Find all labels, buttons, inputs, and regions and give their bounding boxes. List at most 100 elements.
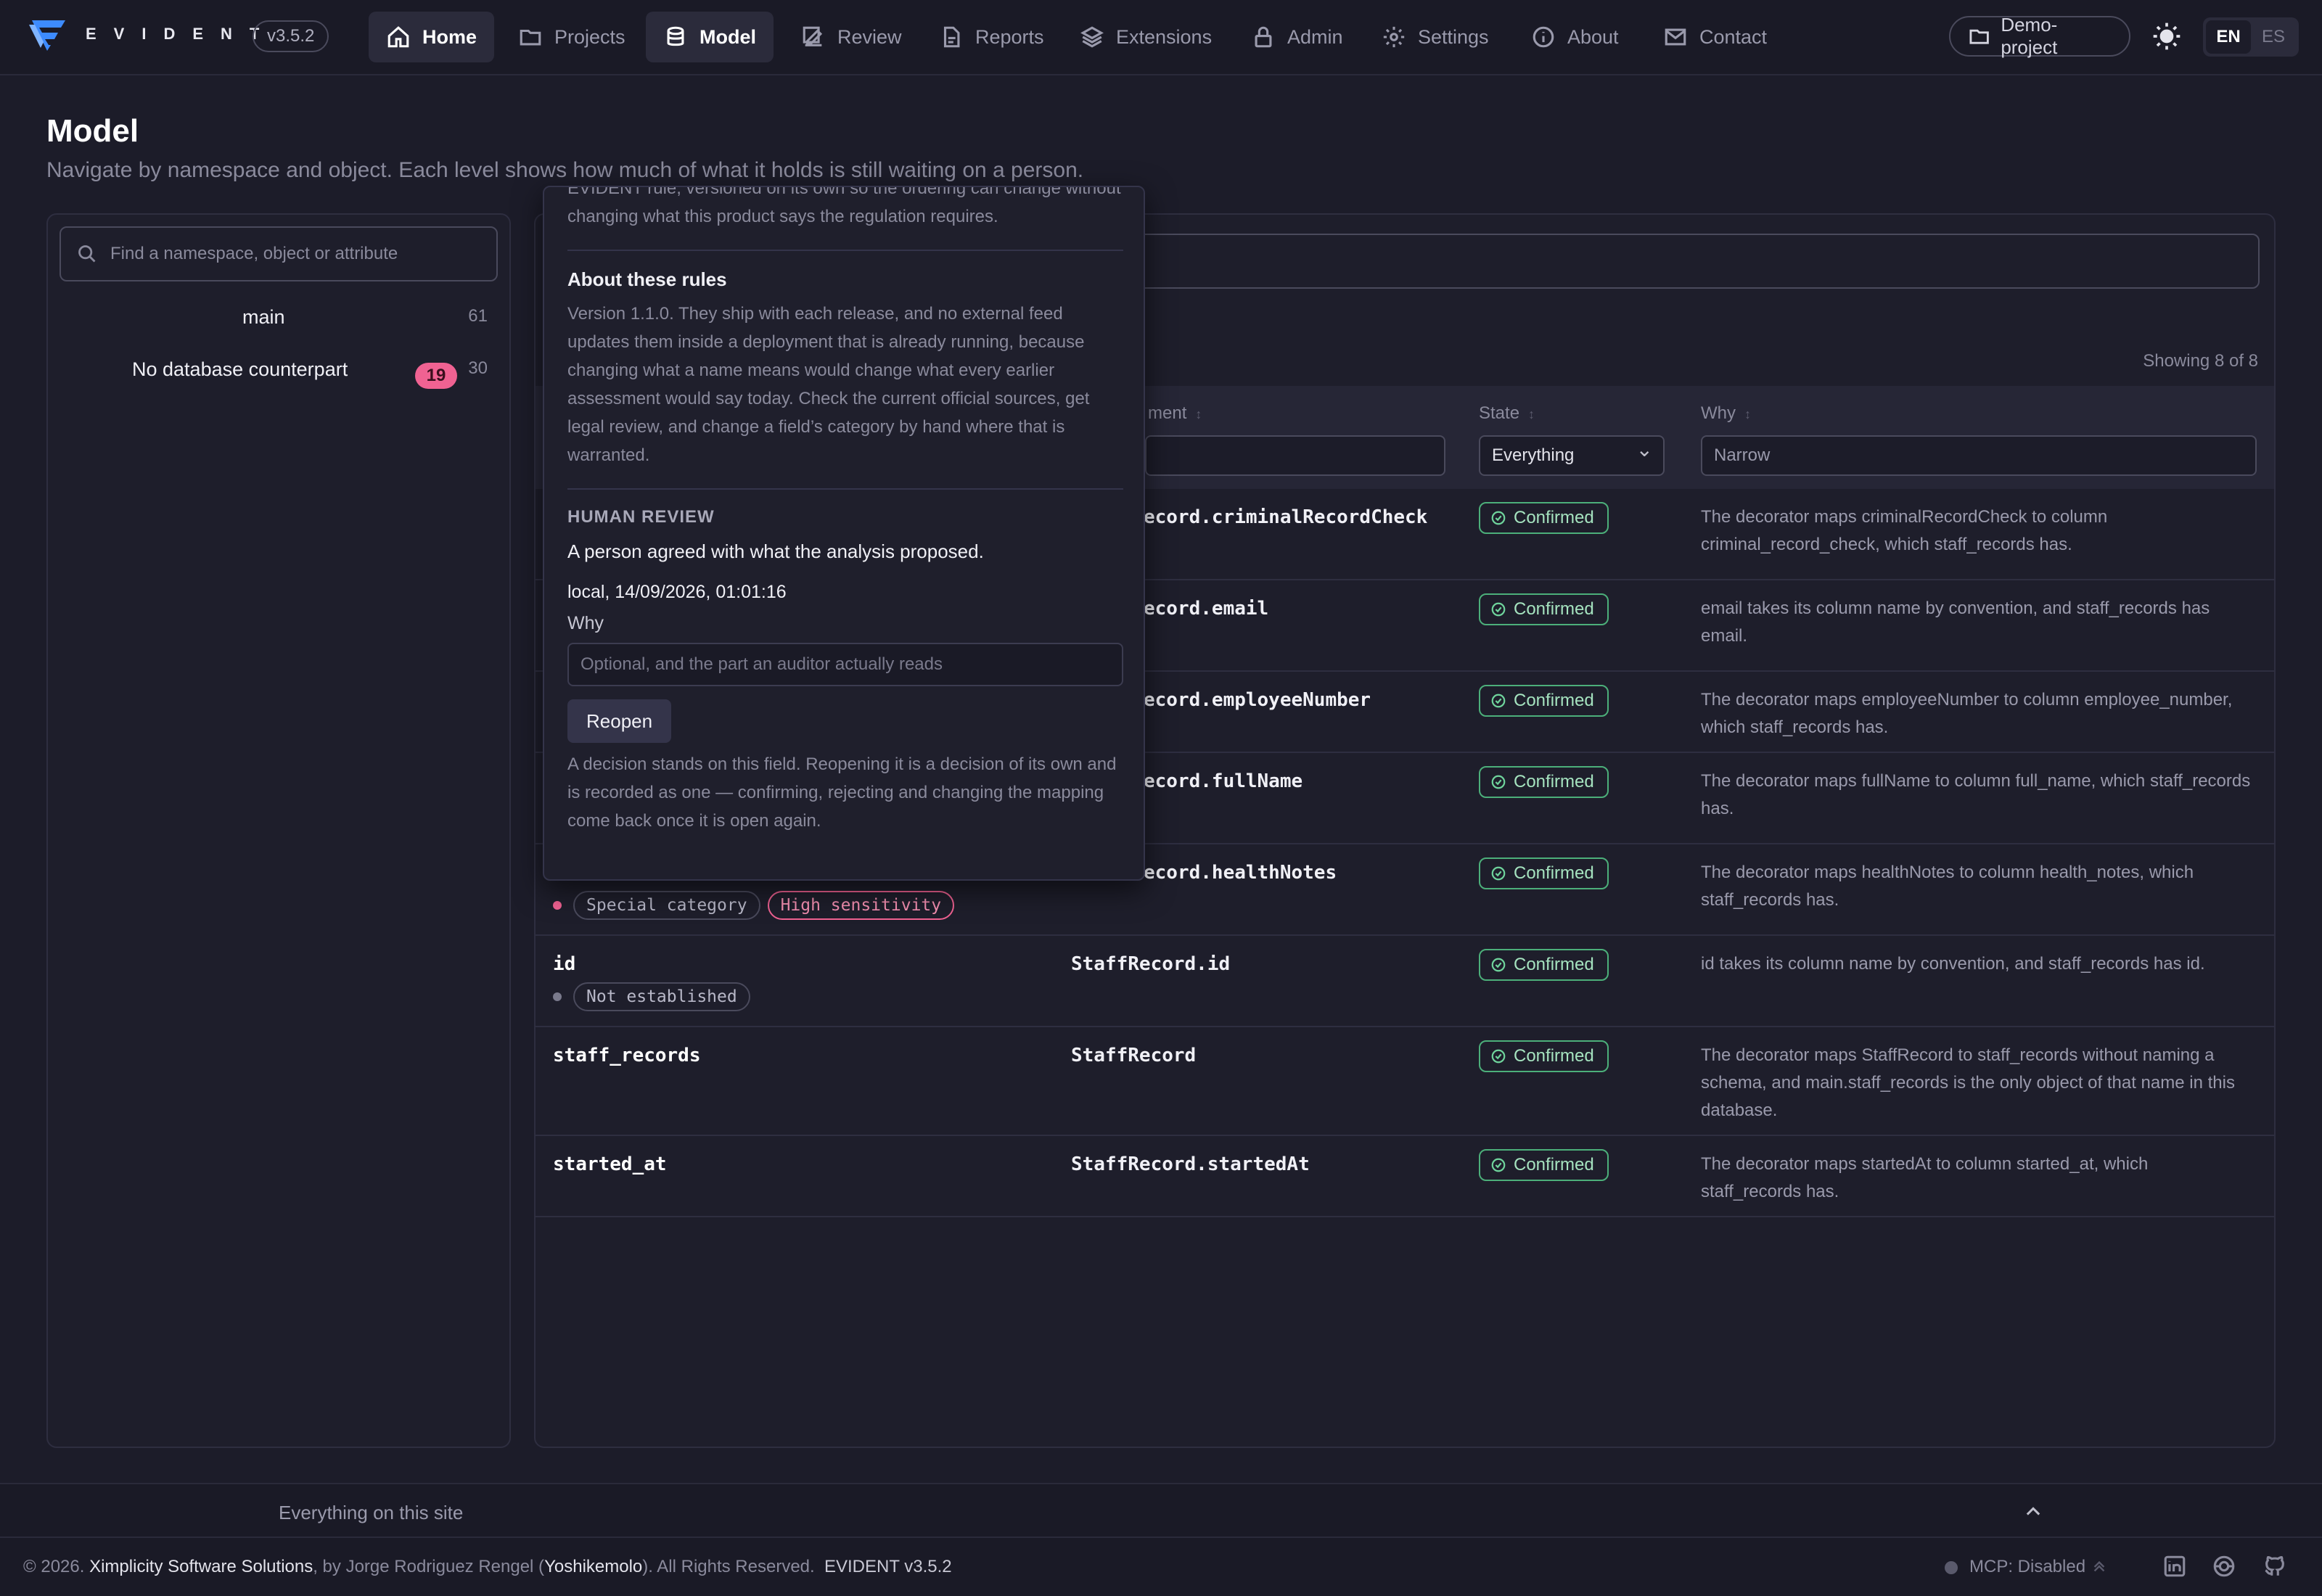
rights-text: ). All Rights Reserved. <box>642 1557 815 1576</box>
status-label: Confirmed <box>1514 772 1594 791</box>
sitemap-label: Everything on this site <box>279 1502 464 1523</box>
column-header-element[interactable]: ment ↕ <box>1148 403 1202 424</box>
nav-extensions-label: Extensions <box>1116 25 1213 48</box>
status-label: Confirmed <box>1514 955 1594 974</box>
category-tag: Special category <box>573 891 760 920</box>
nav-settings-label: Settings <box>1418 25 1489 48</box>
namespace-search-input[interactable]: Find a namespace, object or attribute <box>60 226 498 281</box>
nav-home[interactable]: Home <box>369 12 495 62</box>
check-circle-icon <box>1491 1049 1506 1064</box>
row-why: The decorator maps healthNotes to column… <box>1701 863 2194 910</box>
nav-model[interactable]: Model <box>646 12 774 62</box>
brand-name: EVIDENT <box>86 25 277 43</box>
nav-model-label: Model <box>700 25 756 48</box>
nav-extensions[interactable]: Extensions <box>1062 12 1229 62</box>
sensitivity-dot <box>553 992 562 1001</box>
folder-icon <box>1969 29 1989 44</box>
nav-projects-label: Projects <box>554 25 625 48</box>
evident-logo-icon[interactable] <box>28 17 70 54</box>
lock-icon <box>1255 26 1272 48</box>
status-label: Confirmed <box>1514 508 1594 527</box>
sun-icon[interactable] <box>2152 22 2181 51</box>
rule-note: EVIDENT rule, versioned on its own so th… <box>567 186 1121 226</box>
state-filter-select[interactable]: Everything <box>1479 431 1665 476</box>
review-summary: A person agreed with what the analysis p… <box>567 540 984 562</box>
rules-heading: About these rules <box>567 268 727 290</box>
column-header-label: State <box>1479 403 1520 423</box>
linkedin-icon[interactable] <box>2162 1554 2187 1579</box>
status-badge: Confirmed <box>1479 502 1609 534</box>
page-subtitle: Navigate by namespace and object. Each l… <box>46 158 1084 182</box>
gear-icon <box>1383 26 1405 48</box>
sensitivity-dot <box>553 901 562 910</box>
footer: © 2026. Ximplicity Software Solutions, b… <box>0 1538 2322 1596</box>
nav-contact[interactable]: Contact <box>1646 12 1784 62</box>
status-label: Confirmed <box>1514 691 1594 710</box>
edit-icon <box>803 26 823 46</box>
nav-reports[interactable]: Reports <box>922 12 1062 62</box>
row-why: email takes its column name by conventio… <box>1701 598 2210 646</box>
divider <box>567 250 1123 251</box>
row-why: The decorator maps StaffRecord to staff_… <box>1701 1045 2235 1120</box>
why-input[interactable]: Optional, and the part an auditor actual… <box>567 643 1123 686</box>
footer-sitemap-bar[interactable]: Everything on this site <box>0 1483 2322 1538</box>
rules-text: Version 1.1.0. They ship with each relea… <box>567 304 1090 465</box>
why-filter-input[interactable]: Narrow <box>1701 435 2257 476</box>
author-text: , by Jorge Rodriguez Rengel ( <box>313 1557 545 1576</box>
mcp-status[interactable]: MCP: Disabled <box>1969 1557 2085 1577</box>
tree-item-label: main <box>242 306 285 328</box>
reopen-button[interactable]: Reopen <box>567 699 672 743</box>
namespace-panel: Find a namespace, object or attribute ma… <box>46 213 511 1448</box>
search-icon <box>78 245 96 263</box>
folder-icon <box>520 29 541 46</box>
why-label: Why <box>567 613 604 633</box>
chevron-up-icon[interactable] <box>2091 1558 2107 1574</box>
github-icon[interactable] <box>2262 1554 2287 1579</box>
status-badge: Confirmed <box>1479 593 1609 625</box>
element-filter-input[interactable] <box>1145 435 1445 476</box>
showing-count: Showing 8 of 8 <box>2143 351 2258 371</box>
check-circle-icon <box>1491 602 1506 617</box>
mcp-status-dot <box>1945 1561 1958 1574</box>
review-meta: local, 14/09/2026, 01:01:16 <box>567 582 787 602</box>
home-icon <box>387 26 409 48</box>
check-circle-icon <box>1491 511 1506 525</box>
language-switcher: EN ES <box>2203 17 2299 57</box>
row-element: ecord.criminalRecordCheck <box>1144 506 1428 528</box>
column-header-state[interactable]: State ↕ <box>1479 403 1535 424</box>
chevron-up-icon[interactable] <box>2023 1502 2043 1522</box>
row-element: ecord.employeeNumber <box>1144 689 1371 711</box>
table-row[interactable]: id StaffRecord.id Not established Confir… <box>536 936 2274 1027</box>
globe-icon[interactable] <box>2212 1554 2236 1579</box>
table-row[interactable]: staff_records StaffRecord Confirmed The … <box>536 1027 2274 1136</box>
lang-en-button[interactable]: EN <box>2206 20 2251 54</box>
tree-item-no-db-counterpart[interactable]: No database counterpart 19 30 <box>48 358 509 402</box>
sort-icon: ↕ <box>1195 407 1202 421</box>
status-label: Confirmed <box>1514 1155 1594 1175</box>
nav-about-label: About <box>1567 25 1619 48</box>
column-header-why[interactable]: Why ↕ <box>1701 403 1751 424</box>
tree-item-main[interactable]: main 61 <box>48 306 509 350</box>
project-selector-button[interactable]: Demo-project <box>1949 14 2130 58</box>
nav-review[interactable]: Review <box>784 12 919 62</box>
nav-home-label: Home <box>422 25 477 48</box>
lang-es-button[interactable]: ES <box>2251 20 2296 54</box>
status-label: Confirmed <box>1514 863 1594 883</box>
company-link[interactable]: Ximplicity Software Solutions <box>89 1557 313 1576</box>
check-circle-icon <box>1491 1158 1506 1172</box>
nav-projects[interactable]: Projects <box>501 12 643 62</box>
namespace-search-placeholder: Find a namespace, object or attribute <box>110 244 398 263</box>
copyright-prefix: © 2026. <box>23 1557 85 1576</box>
nav-review-label: Review <box>837 25 902 48</box>
nav-admin[interactable]: Admin <box>1234 12 1361 62</box>
version-badge: v3.5.2 <box>253 20 329 52</box>
database-icon <box>667 26 684 46</box>
row-tags: Not established <box>553 982 750 1011</box>
status-badge: Confirmed <box>1479 857 1609 889</box>
footer-version: EVIDENT v3.5.2 <box>824 1557 952 1576</box>
nav-settings[interactable]: Settings <box>1364 12 1506 62</box>
nav-about[interactable]: About <box>1514 12 1636 62</box>
table-row[interactable]: started_at StaffRecord.startedAt Confirm… <box>536 1136 2274 1217</box>
status-badge: Confirmed <box>1479 1149 1609 1181</box>
author-handle-link[interactable]: Yoshikemolo <box>544 1557 642 1576</box>
